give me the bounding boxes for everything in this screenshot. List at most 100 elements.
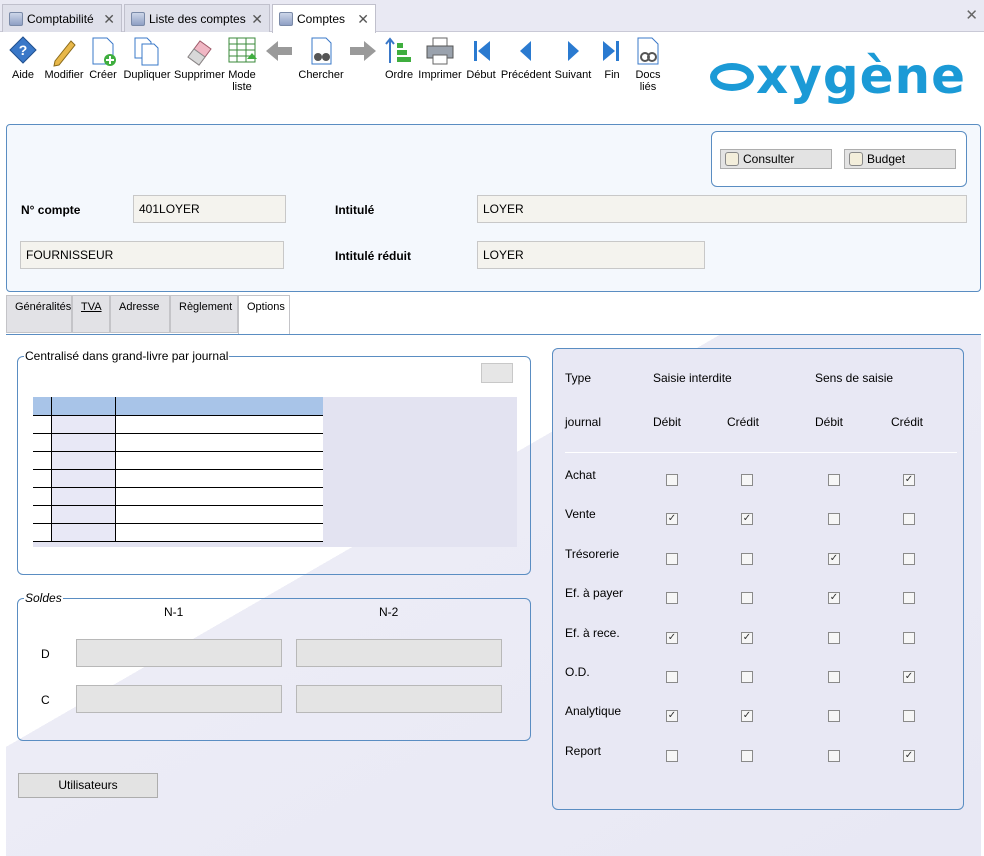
oxygene-logo: xygène xyxy=(710,47,966,105)
checkbox-si-debit[interactable] xyxy=(666,749,678,762)
modifier-button[interactable]: Modifier xyxy=(44,35,84,81)
journal-grid[interactable] xyxy=(33,397,517,547)
logo-ring-icon xyxy=(710,63,754,91)
journal-row-label: Trésorerie xyxy=(565,546,620,561)
docs-lies-button[interactable]: Docs liés xyxy=(632,35,664,93)
solde-c-n1-field[interactable] xyxy=(76,685,282,713)
intitule-reduit-field[interactable]: LOYER xyxy=(477,241,705,269)
checkbox-si-debit[interactable] xyxy=(666,592,678,605)
checkbox-ss-debit[interactable]: ✓ xyxy=(828,592,840,605)
checkbox-ss-debit[interactable] xyxy=(828,474,840,486)
checkbox-ss-debit[interactable] xyxy=(828,631,840,644)
checkbox-ss-credit[interactable] xyxy=(903,592,915,605)
intitule-field[interactable]: LOYER xyxy=(477,195,967,223)
checkbox-si-debit[interactable] xyxy=(666,552,678,565)
debut-button[interactable]: Début xyxy=(464,35,498,81)
checkbox-si-debit[interactable]: ✓ xyxy=(666,631,678,644)
dupliquer-button[interactable]: Dupliquer xyxy=(122,35,172,81)
journal-options-panel: Type Saisie interdite Sens de saisie jou… xyxy=(552,348,964,810)
chercher-button[interactable]: Chercher xyxy=(298,35,344,81)
checkbox-ss-debit[interactable] xyxy=(828,513,840,526)
precedent-button[interactable]: Précédent xyxy=(500,35,552,81)
refresh-icon[interactable] xyxy=(481,363,513,383)
fin-button[interactable]: Fin xyxy=(596,35,628,81)
imprimer-button[interactable]: Imprimer xyxy=(418,35,462,81)
modifier-label: Modifier xyxy=(44,69,84,81)
soldes-c-label: C xyxy=(41,693,50,707)
solde-d-n2-field[interactable] xyxy=(296,639,502,667)
num-compte-field[interactable]: 401LOYER xyxy=(133,195,286,223)
utilisateurs-button[interactable]: Utilisateurs xyxy=(18,773,158,798)
next-arrow-button[interactable] xyxy=(346,35,380,69)
calculator-icon xyxy=(9,11,23,26)
si-credit-header: Crédit xyxy=(727,415,760,429)
checkbox-ss-credit[interactable] xyxy=(903,631,915,644)
ss-credit-header: Crédit xyxy=(891,415,924,429)
supprimer-button[interactable]: Supprimer xyxy=(174,35,225,81)
svg-text:?: ? xyxy=(19,42,28,58)
imprimer-label: Imprimer xyxy=(418,69,462,81)
account-type-field[interactable]: FOURNISSEUR xyxy=(20,241,284,269)
journal-row-label: Ef. à payer xyxy=(565,586,624,601)
budget-button[interactable]: Budget xyxy=(844,149,956,169)
checkbox-si-debit[interactable]: ✓ xyxy=(666,710,678,723)
intitule-label: Intitulé xyxy=(335,203,375,217)
checkbox-ss-credit[interactable]: ✓ xyxy=(903,671,915,683)
binoculars-icon xyxy=(311,37,332,65)
tab-reglement[interactable]: Règlement xyxy=(170,295,238,333)
close-icon[interactable]: ✕ xyxy=(103,11,115,28)
soldes-d-label: D xyxy=(41,647,50,661)
checkbox-ss-debit[interactable] xyxy=(828,749,840,762)
checkbox-si-debit[interactable] xyxy=(666,474,678,486)
journal-header: journal xyxy=(565,415,602,429)
checkbox-ss-debit[interactable] xyxy=(828,710,840,723)
checkbox-si-credit[interactable]: ✓ xyxy=(741,631,753,644)
previous-arrow-button[interactable] xyxy=(262,35,296,69)
tab-generalites[interactable]: Généralités xyxy=(6,295,72,333)
close-icon[interactable]: ✕ xyxy=(251,11,263,28)
tab-tva[interactable]: TVA xyxy=(72,295,110,333)
checkbox-ss-credit[interactable] xyxy=(903,513,915,526)
checkbox-si-credit[interactable] xyxy=(741,552,753,565)
checkbox-ss-credit[interactable] xyxy=(903,710,915,723)
checkbox-ss-credit[interactable] xyxy=(903,552,915,565)
options-separator xyxy=(565,452,957,453)
creer-button[interactable]: Créer xyxy=(88,35,118,81)
eraser-icon xyxy=(187,40,212,66)
suivant-label: Suivant xyxy=(554,69,592,81)
checkbox-si-credit[interactable] xyxy=(741,749,753,762)
fin-label: Fin xyxy=(604,69,620,81)
tab-comptabilite[interactable]: Comptabilité ✕ xyxy=(2,4,122,32)
mode-liste-button[interactable]: Mode liste xyxy=(226,35,258,93)
checkbox-si-debit[interactable]: ✓ xyxy=(666,513,678,526)
consulter-button[interactable]: Consulter xyxy=(720,149,832,169)
aide-button[interactable]: ? Aide xyxy=(6,35,40,81)
chercher-label: Chercher xyxy=(298,69,344,81)
tab-options[interactable]: Options xyxy=(238,295,290,335)
logo-text: xygène xyxy=(756,47,967,105)
checkbox-si-credit[interactable]: ✓ xyxy=(741,710,753,723)
checkbox-ss-credit[interactable]: ✓ xyxy=(903,474,915,486)
budget-label: Budget xyxy=(867,152,906,166)
solde-c-n2-field[interactable] xyxy=(296,685,502,713)
checkbox-si-credit[interactable] xyxy=(741,474,753,486)
tab-adresse[interactable]: Adresse xyxy=(110,295,170,333)
checkbox-si-credit[interactable] xyxy=(741,592,753,605)
ordre-button[interactable]: Ordre xyxy=(384,35,414,81)
suivant-button[interactable]: Suivant xyxy=(554,35,592,81)
creer-label: Créer xyxy=(89,69,117,81)
checkbox-si-credit[interactable] xyxy=(741,671,753,683)
checkbox-si-credit[interactable]: ✓ xyxy=(741,513,753,526)
tab-comptes[interactable]: Comptes ✕ xyxy=(272,4,376,33)
close-all-icon[interactable]: ✕ xyxy=(965,6,978,24)
close-icon[interactable]: ✕ xyxy=(357,11,369,28)
checkbox-ss-debit[interactable]: ✓ xyxy=(828,552,840,565)
checkbox-ss-debit[interactable] xyxy=(828,671,840,683)
checkbox-ss-credit[interactable]: ✓ xyxy=(903,749,915,762)
next-record-icon xyxy=(568,41,579,61)
ss-debit-header: Débit xyxy=(815,415,844,429)
tab-liste-des-comptes[interactable]: Liste des comptes ✕ xyxy=(124,4,270,32)
checkbox-si-debit[interactable] xyxy=(666,671,678,683)
account-header-panel: Consulter Budget N° compte 401LOYER Inti… xyxy=(6,124,981,292)
solde-d-n1-field[interactable] xyxy=(76,639,282,667)
